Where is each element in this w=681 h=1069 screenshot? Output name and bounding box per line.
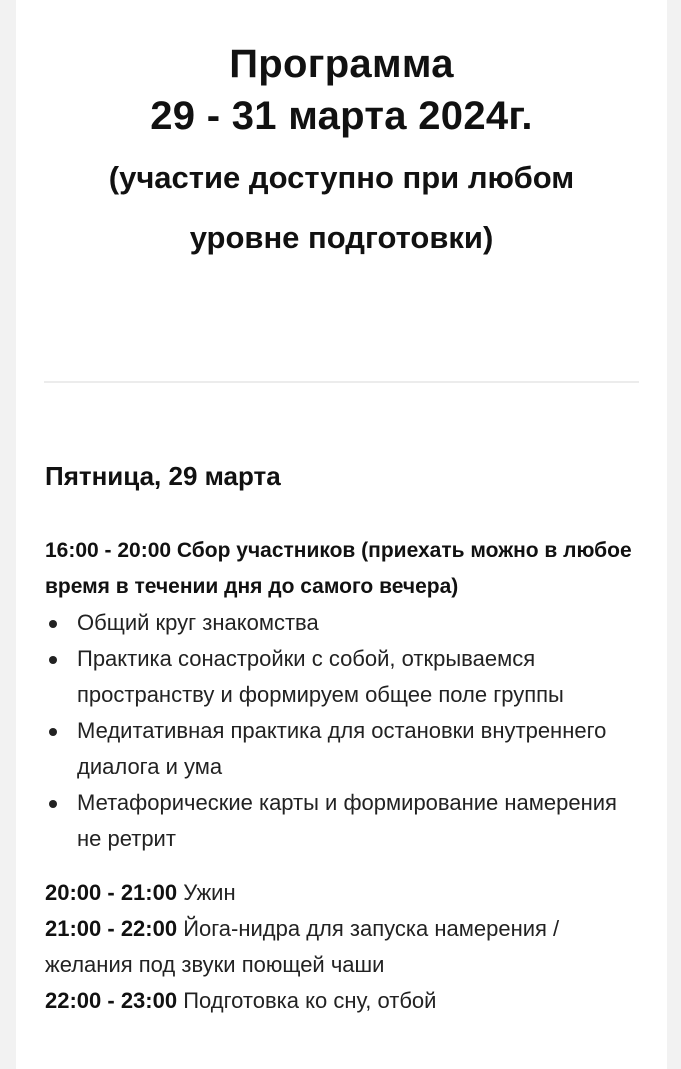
list-item-text: Общий круг знакомства [77,610,319,635]
schedule-entry: 22:00 - 23:00 Подготовка ко сну, отбой [45,983,645,1019]
schedule-time: 21:00 - 22:00 [45,916,178,941]
schedule-text: Подготовка ко сну, отбой [177,988,437,1013]
schedule-entry: 20:00 - 21:00 Ужин [45,875,645,911]
evening-schedule: 20:00 - 21:00 Ужин 21:00 - 22:00 Йога-ни… [45,875,645,1019]
schedule-time: 20:00 - 21:00 [45,880,178,905]
schedule-entry: 21:00 - 22:00 Йога-нидра для запуска нам… [45,911,645,983]
list-item-text: Медитативная практика для остановки внут… [77,718,607,779]
list-item: Медитативная практика для остановки внут… [45,713,645,785]
list-item-text: Практика сонастройки с собой, открываемс… [77,646,564,707]
day-heading: Пятница, 29 марта [45,461,281,491]
activity-list: Общий круг знакомства Практика сонастрой… [45,605,645,857]
title-block: Программа 29 - 31 марта 2024г. (участие … [16,38,667,268]
bullet-icon [49,800,57,808]
list-item: Практика сонастройки с собой, открываемс… [45,641,645,713]
bullet-icon [49,728,57,736]
session-title: 16:00 - 20:00 Сбор участников (приехать … [45,539,632,598]
list-item: Метафорические карты и формирование наме… [45,785,645,857]
schedule-text: Ужин [177,880,236,905]
section-divider [44,381,639,383]
page-title: Программа [229,42,454,86]
bullet-icon [49,620,57,628]
program-card: Программа 29 - 31 марта 2024г. (участие … [16,0,667,1069]
participation-note: (участие доступно при любом уровне подго… [108,160,575,255]
bullet-icon [49,656,57,664]
date-range: 29 - 31 марта 2024г. [150,94,533,138]
list-item: Общий круг знакомства [45,605,645,641]
schedule-time: 22:00 - 23:00 [45,988,178,1013]
list-item-text: Метафорические карты и формирование наме… [77,790,617,851]
